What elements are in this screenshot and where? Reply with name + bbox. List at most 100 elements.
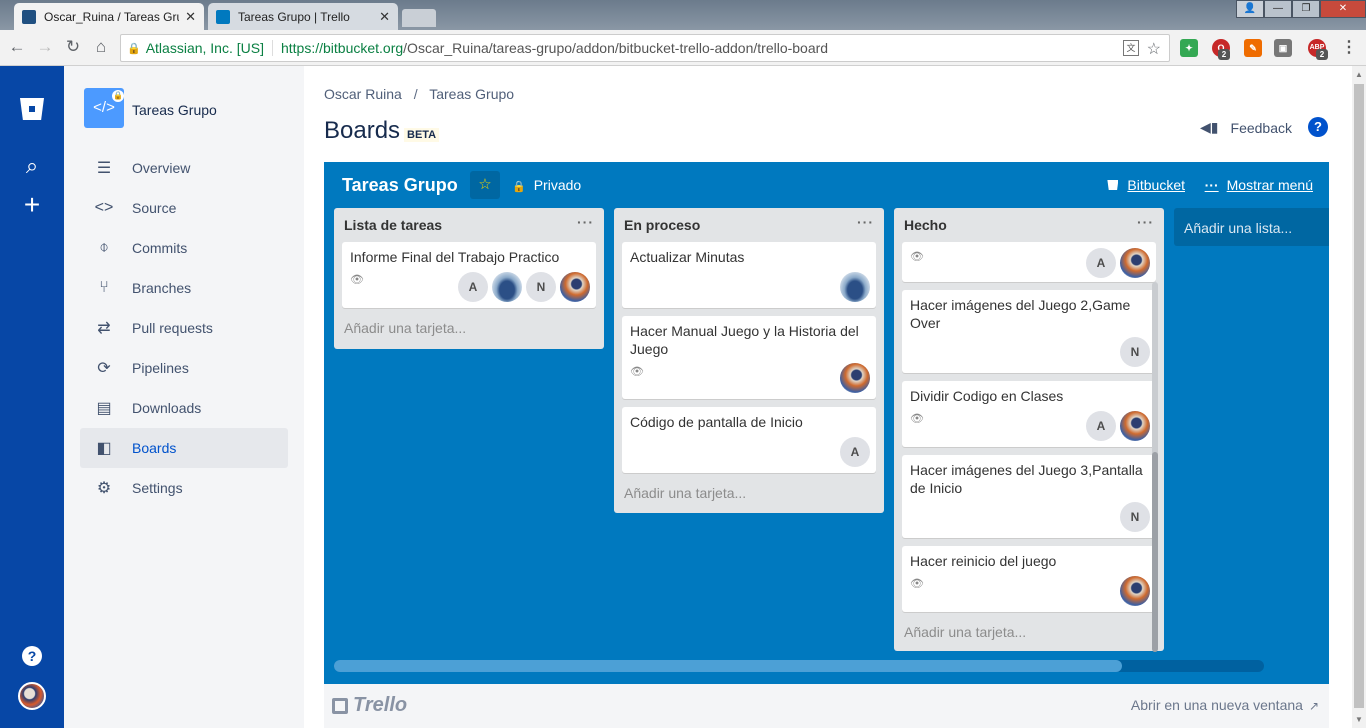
list-menu-icon[interactable]: ··· [1137,214,1154,230]
list-menu-icon[interactable]: ··· [857,214,874,230]
secure-lock-icon: 🔒 [127,42,141,55]
help-icon[interactable]: ? [1308,117,1328,137]
card[interactable]: Informe Final del Trabajo Practico 👁 A N [342,242,596,308]
add-list-button[interactable]: Añadir una lista... [1174,208,1329,246]
add-card-link[interactable]: Añadir una tarjeta... [894,620,1164,650]
card[interactable]: Código de pantalla de Inicio A [622,407,876,473]
member-avatar[interactable] [492,272,522,302]
card[interactable]: Hacer imágenes del Juego 2,Game Over N [902,290,1156,373]
list-scrollbar[interactable] [1152,282,1158,652]
member-avatar[interactable]: N [526,272,556,302]
address-bar: ← → ↻ ⌂ 🔒 Atlassian, Inc. [US] https://b… [0,30,1366,66]
list-header[interactable]: Hecho ··· [894,208,1164,242]
open-in-new-window-link[interactable]: Abrir en una nueva ventana ↗ [1131,697,1319,713]
user-avatar[interactable] [18,682,46,710]
card[interactable]: Dividir Codigo en Clases 👁 A [902,381,1156,447]
global-nav: ⌕ + ? [0,66,64,728]
extension-key-icon[interactable]: ✎ [1244,39,1262,57]
board-title[interactable]: Tareas Grupo [342,175,458,196]
breadcrumb-repo[interactable]: Tareas Grupo [429,86,514,102]
member-avatar[interactable] [840,272,870,302]
member-avatar[interactable] [1120,576,1150,606]
list-header[interactable]: Lista de tareas ··· [334,208,604,242]
tab-title: Tareas Grupo | Trello [238,9,350,24]
extension-feedly-icon[interactable]: ✦ [1180,39,1198,57]
list-header[interactable]: En proceso ··· [614,208,884,242]
browser-tab-trello[interactable]: Tareas Grupo | Trello ✕ [208,3,398,30]
member-avatar[interactable]: A [1086,248,1116,278]
scroll-up-arrow-icon[interactable]: ▲ [1355,70,1363,79]
ev-certificate-label[interactable]: Atlassian, Inc. [US] [146,40,273,56]
member-avatar[interactable] [1120,248,1150,278]
sidebar-item-commits[interactable]: ⌽ Commits [80,228,288,268]
forward-icon[interactable]: → [34,36,56,58]
scroll-down-arrow-icon[interactable]: ▼ [1355,715,1363,724]
close-tab-icon[interactable]: ✕ [185,9,196,25]
sidebar-item-source[interactable]: <> Source [80,188,288,228]
list-title[interactable]: En proceso [624,217,700,233]
list-scrollbar-thumb[interactable] [1152,452,1158,652]
member-avatar[interactable]: N [1120,337,1150,367]
board-scrollbar-thumb[interactable] [334,660,1122,672]
bitbucket-icon [1107,180,1119,190]
add-card-link[interactable]: Añadir una tarjeta... [334,316,604,346]
trello-logo[interactable]: Trello [332,694,407,717]
list-cards-scroll[interactable]: 👁 A Hacer imágenes del Juego 2,Game Over… [894,242,1164,620]
card[interactable]: Hacer imágenes del Juego 3,Pantalla de I… [902,455,1156,538]
add-card-link[interactable]: Añadir una tarjeta... [614,481,884,511]
extension-bag-icon[interactable]: ▣ [1274,39,1292,57]
star-icon[interactable]: ☆ [470,171,500,199]
member-avatar[interactable]: A [1086,411,1116,441]
close-window-button[interactable]: ✕ [1320,0,1366,18]
feedback-button[interactable]: ◀▮ Feedback [1200,119,1292,136]
reload-icon[interactable]: ↻ [62,36,84,58]
repo-name[interactable]: Tareas Grupo [132,102,217,118]
card[interactable]: Hacer Manual Juego y la Historia del Jue… [622,316,876,399]
trello-favicon-icon [216,9,230,24]
show-menu-link[interactable]: ··· Mostrar menú [1205,177,1313,193]
open-new-label: Abrir en una nueva ventana [1130,697,1303,713]
list-menu-icon[interactable]: ··· [577,214,594,230]
sidebar-item-pipelines[interactable]: ⟳ Pipelines [80,348,288,388]
member-avatar[interactable]: A [458,272,488,302]
home-icon[interactable]: ⌂ [90,36,112,58]
minimize-button[interactable]: — [1264,0,1292,18]
bitbucket-logo-icon[interactable] [20,98,44,120]
translate-icon[interactable]: 文 [1123,40,1139,56]
page-scrollbar-thumb[interactable] [1354,84,1364,708]
maximize-button[interactable]: ❐ [1292,0,1320,18]
bitbucket-link[interactable]: Bitbucket [1107,177,1185,193]
visibility-button[interactable]: 🔒 Privado [512,177,581,193]
member-avatar[interactable] [560,272,590,302]
bookmark-star-icon[interactable]: ☆ [1147,39,1161,59]
list-title[interactable]: Lista de tareas [344,217,442,233]
page-scrollbar[interactable]: ▲ ▼ [1352,66,1366,728]
close-tab-icon[interactable]: ✕ [379,9,390,25]
create-plus-icon[interactable]: + [20,191,44,219]
sidebar-item-settings[interactable]: ⚙ Settings [80,468,288,508]
new-tab-button[interactable] [402,9,436,27]
board-horizontal-scrollbar[interactable] [334,660,1264,672]
member-avatar[interactable] [840,363,870,393]
sidebar-item-overview[interactable]: ☰ Overview [80,148,288,188]
card[interactable]: 👁 A [902,242,1156,282]
browser-menu-icon[interactable]: ⋮ [1340,39,1358,57]
breadcrumb-owner[interactable]: Oscar Ruina [324,86,402,102]
back-icon[interactable]: ← [6,36,28,58]
card[interactable]: Actualizar Minutas [622,242,876,308]
sidebar-item-downloads[interactable]: ▤ Downloads [80,388,288,428]
sidebar-item-boards[interactable]: ◧ Boards [80,428,288,468]
card[interactable]: Hacer reinicio del juego 👁 [902,546,1156,612]
member-avatar[interactable]: A [840,437,870,467]
user-profile-icon[interactable]: 👤 [1236,0,1264,18]
browser-tab-bitbucket[interactable]: Oscar_Ruina / Tareas Gru ✕ [14,3,204,30]
sidebar-item-pull-requests[interactable]: ⇄ Pull requests [80,308,288,348]
url-path: /Oscar_Ruina/tareas-grupo/addon/bitbucke… [403,40,829,56]
member-avatar[interactable] [1120,411,1150,441]
search-icon[interactable]: ⌕ [20,154,44,178]
help-icon[interactable]: ? [22,646,42,666]
url-input[interactable]: 🔒 Atlassian, Inc. [US] https://bitbucket… [120,34,1170,62]
member-avatar[interactable]: N [1120,502,1150,532]
list-title[interactable]: Hecho [904,217,947,233]
sidebar-item-branches[interactable]: ⑂ Branches [80,268,288,308]
